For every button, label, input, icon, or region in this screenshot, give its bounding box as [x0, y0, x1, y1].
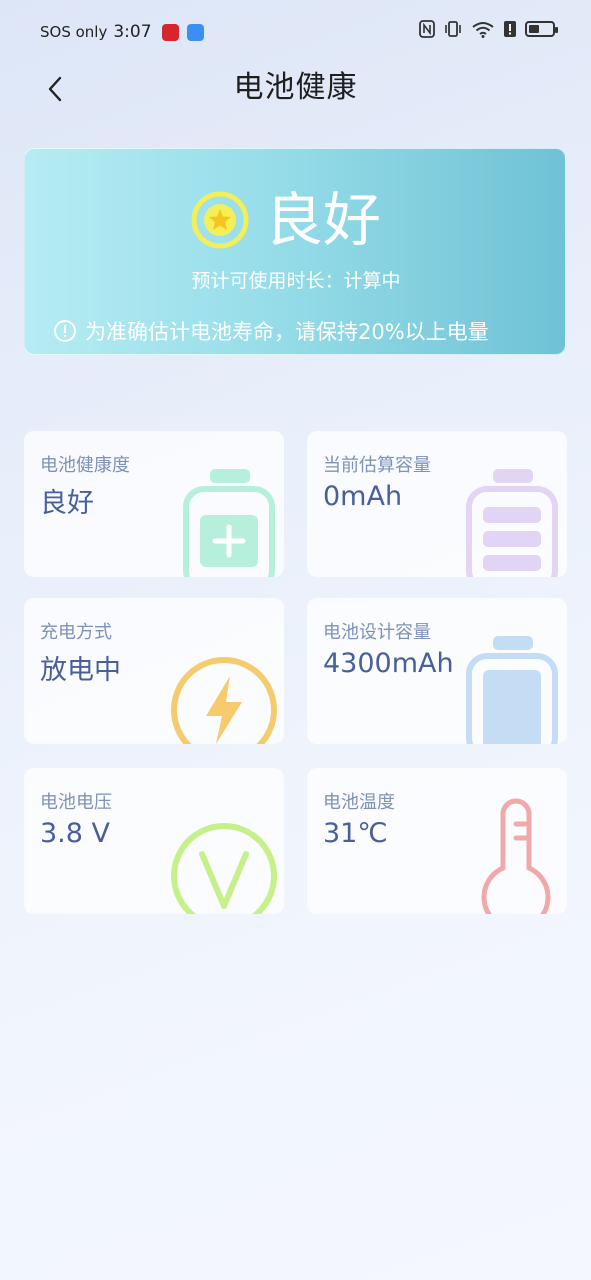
- star-badge-icon: [191, 191, 249, 249]
- card-label: 充电方式: [40, 622, 112, 643]
- card-estimated-capacity[interactable]: 当前估算容量 0mAh: [307, 431, 567, 577]
- app-notification-icon: [161, 23, 179, 41]
- page-header: 电池健康: [0, 66, 591, 110]
- clock: 3:07: [113, 22, 152, 42]
- app-notification-icon: [186, 23, 204, 41]
- card-battery-voltage[interactable]: 电池电压 3.8 V: [24, 768, 284, 914]
- card-design-capacity[interactable]: 电池设计容量 4300mAh: [307, 598, 567, 744]
- carrier-text: SOS only: [40, 23, 108, 41]
- back-button[interactable]: [40, 70, 70, 106]
- card-value: 0mAh: [323, 481, 403, 512]
- page-title: 电池健康: [233, 70, 358, 105]
- card-battery-health[interactable]: 电池健康度 良好: [24, 431, 284, 577]
- status-left: SOS only 3:07: [40, 22, 204, 42]
- battery-full-icon: [466, 636, 558, 744]
- wifi-icon: [472, 22, 494, 38]
- voltage-icon: [171, 823, 277, 914]
- thermometer-icon: [481, 798, 551, 914]
- card-label: 当前估算容量: [323, 455, 431, 476]
- health-status: 良好: [189, 185, 381, 255]
- battery-health-summary-card: 良好 预计可使用时长：计算中 为准确估计电池寿命，请保持20%以上电量: [24, 148, 566, 355]
- battery-tip: 为准确估计电池寿命，请保持20%以上电量: [53, 316, 489, 346]
- vibrate-icon: [445, 21, 461, 37]
- estimated-usage-time: 预计可使用时长：计算中: [191, 270, 401, 292]
- status-bar: SOS only 3:07: [0, 0, 591, 66]
- card-value: 4300mAh: [323, 648, 454, 679]
- card-value: 良好: [40, 488, 94, 519]
- battery-plus-icon: [183, 469, 275, 577]
- card-label: 电池设计容量: [323, 622, 431, 643]
- card-value: 31℃: [323, 818, 388, 849]
- battery-tip-text: 为准确估计电池寿命，请保持20%以上电量: [85, 320, 489, 344]
- card-label: 电池电压: [40, 792, 112, 813]
- alert-icon: [504, 21, 516, 37]
- battery-levels-icon: [466, 469, 558, 577]
- info-icon: [54, 320, 76, 342]
- battery-status-icon: [525, 21, 558, 37]
- card-label: 电池温度: [323, 792, 395, 813]
- card-label: 电池健康度: [40, 455, 130, 476]
- health-status-label: 良好: [265, 186, 382, 254]
- card-battery-temperature[interactable]: 电池温度 31℃: [307, 768, 567, 914]
- chevron-left-icon: [48, 76, 62, 102]
- card-value: 3.8 V: [40, 818, 110, 849]
- lightning-icon: [171, 657, 277, 744]
- card-value: 放电中: [40, 655, 121, 686]
- status-right: [419, 20, 558, 38]
- card-charging-mode[interactable]: 充电方式 放电中: [24, 598, 284, 744]
- nfc-icon: [419, 20, 435, 38]
